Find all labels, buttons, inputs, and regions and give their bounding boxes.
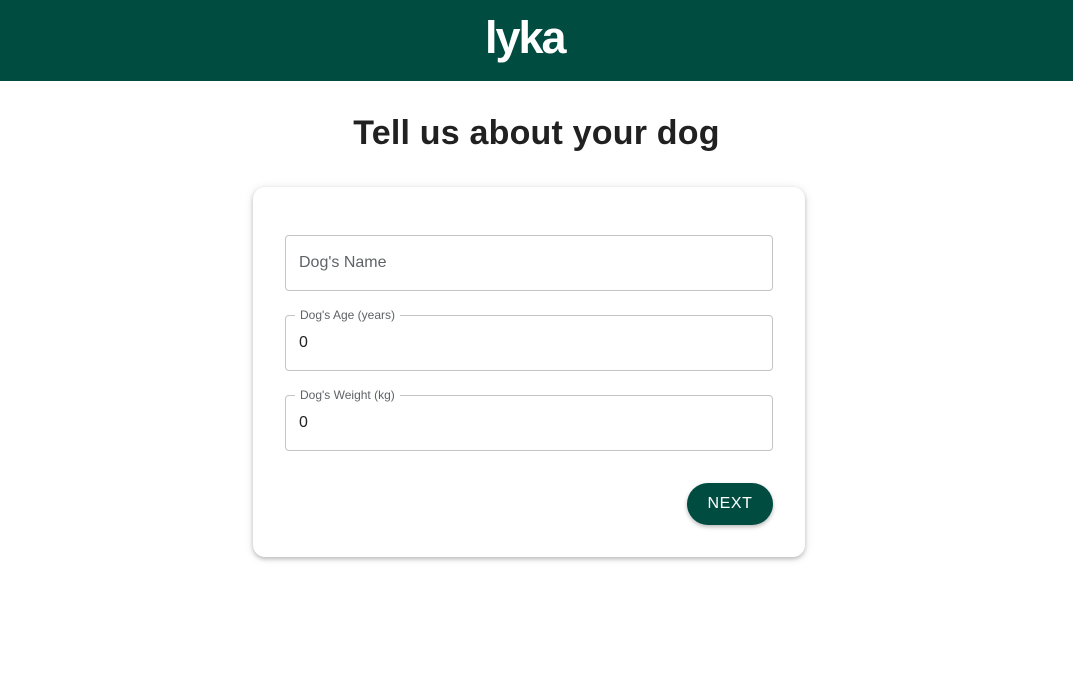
page-title: Tell us about your dog bbox=[353, 114, 720, 152]
dog-info-card: Dog's Name Dog's Age (years) 0 Dog's Wei… bbox=[253, 187, 805, 557]
next-button[interactable]: NEXT bbox=[687, 483, 773, 525]
top-header: lyka bbox=[0, 0, 1073, 81]
dog-age-value: 0 bbox=[299, 334, 308, 351]
dog-name-field[interactable]: Dog's Name bbox=[285, 235, 773, 291]
lyka-logo[interactable]: lyka bbox=[485, 8, 567, 68]
dog-weight-value: 0 bbox=[299, 414, 308, 431]
dog-age-field[interactable]: Dog's Age (years) 0 bbox=[285, 307, 773, 371]
dog-age-label: Dog's Age (years) bbox=[295, 307, 400, 323]
dog-weight-label: Dog's Weight (kg) bbox=[295, 387, 400, 403]
dog-name-placeholder: Dog's Name bbox=[299, 254, 387, 271]
dog-weight-field[interactable]: Dog's Weight (kg) 0 bbox=[285, 387, 773, 451]
